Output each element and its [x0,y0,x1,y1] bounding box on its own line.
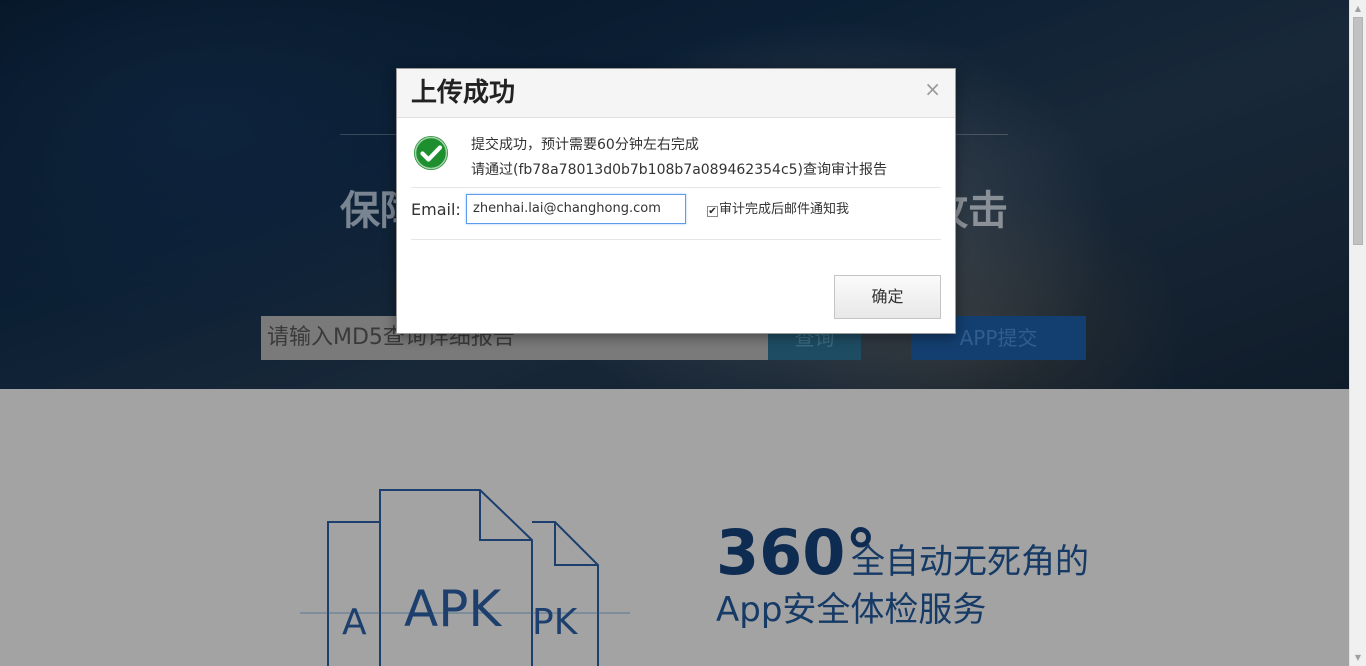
report-hash-message: 请通过(fb78a78013d0b7b108b7a089462354c5)查询审… [471,162,888,178]
scroll-thumb[interactable] [1353,17,1363,245]
check-circle-icon [414,136,448,170]
feature-line1: 全自动无死角的 [851,542,1089,582]
success-message: 提交成功，预计需要60分钟左右完成 [471,137,699,153]
confirm-button[interactable]: 确定 [834,275,941,319]
apk-files-illustration: APK A PK [300,489,630,666]
scroll-down-arrow-icon[interactable]: ▼ [1350,649,1366,666]
email-label: Email: [411,200,461,219]
dialog-divider [411,239,941,240]
apk-label: APK [404,580,502,638]
vertical-scrollbar[interactable]: ▲ ▼ [1349,0,1366,666]
apk-left-label: A [342,602,367,643]
apk-right-label: PK [532,602,579,643]
close-icon[interactable]: × [924,79,941,99]
dialog-header: 上传成功 × [397,69,955,118]
email-field[interactable]: zhenhai.lai@changhong.com [466,194,686,224]
dialog-divider [411,187,941,188]
dialog-title: 上传成功 [411,78,516,108]
scroll-up-arrow-icon[interactable]: ▲ [1350,0,1366,17]
upload-success-dialog: 上传成功 × 提交成功，预计需要60分钟左右完成 请通过(fb78a78013d… [396,68,956,334]
feature-line2: App安全体检服务 [716,590,987,630]
notify-label[interactable]: 审计完成后邮件通知我 [719,201,849,219]
notify-checkbox[interactable]: ✔ [707,206,718,217]
page: 保障 攻击 请输入MD5查询详细报告 查询 APP提交 APK A PK 360… [0,0,1366,666]
feature-section [0,389,1349,666]
